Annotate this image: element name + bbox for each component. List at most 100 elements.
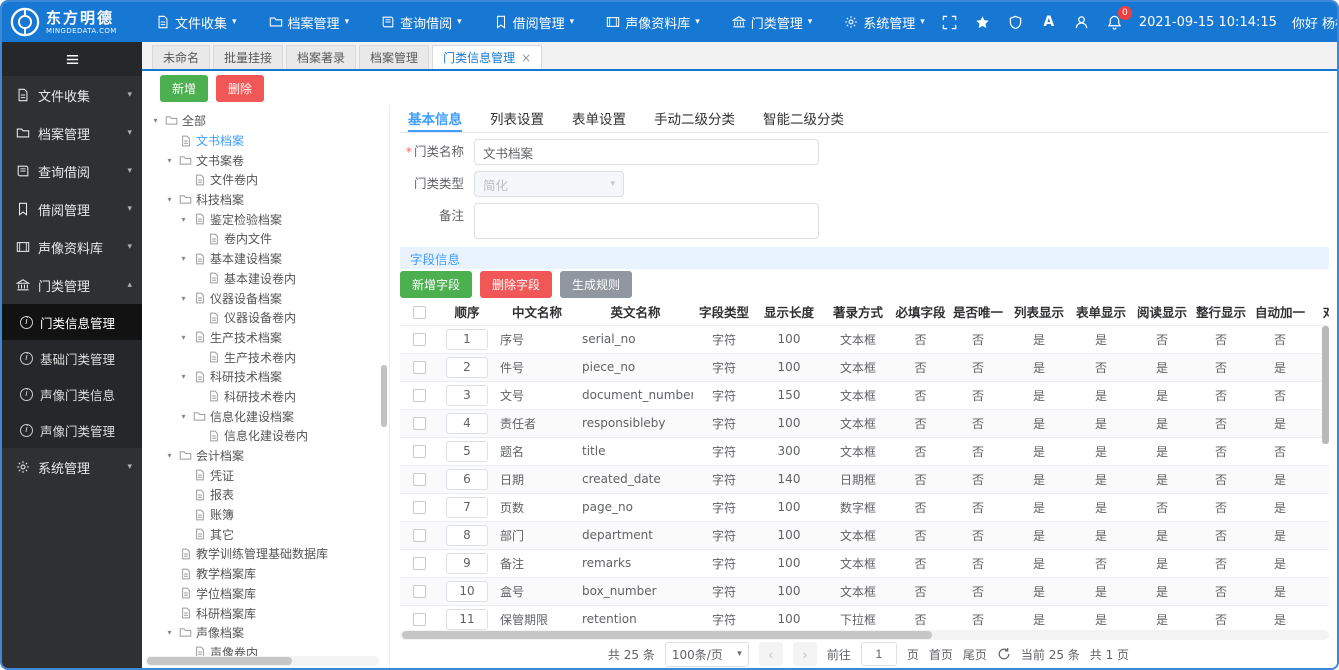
tree-node[interactable]: 卷内文件 — [150, 229, 379, 249]
prev-page-button[interactable]: ‹ — [758, 642, 783, 666]
table-row[interactable]: 10 盒号 box_number 字符 100 文本框否否是是是否是 — [400, 577, 1329, 606]
delete-button[interactable]: 删除 — [216, 74, 265, 102]
brand[interactable]: 东方明德 MINGDEDATA.COM — [10, 7, 140, 37]
tree-node[interactable]: ▾ 全部 — [150, 111, 379, 131]
tab-0[interactable]: 未命名 — [152, 45, 211, 69]
order-input[interactable]: 1 — [446, 328, 488, 350]
scrollbar-thumb[interactable] — [1322, 326, 1329, 444]
row-checkbox[interactable] — [412, 529, 426, 542]
chevron-down-icon[interactable]: ▾ — [178, 215, 189, 224]
delete-field-button[interactable]: 删除字段 — [480, 270, 553, 298]
sidebar-subitem[interactable]: i 声像门类管理 — [2, 412, 142, 448]
table-horizontal-scrollbar[interactable] — [400, 630, 1329, 640]
detail-tab-1[interactable]: 列表设置 — [490, 105, 544, 132]
order-input[interactable]: 4 — [446, 412, 488, 434]
tab-4[interactable]: 门类信息管理 × — [432, 45, 543, 69]
scrollbar-thumb[interactable] — [381, 365, 387, 428]
chevron-down-icon[interactable]: ▾ — [164, 156, 175, 165]
order-input[interactable]: 6 — [446, 468, 488, 490]
top-menu-2[interactable]: 查询借阅 ▾ — [365, 2, 478, 42]
sidebar-subitem[interactable]: i 门类信息管理 — [2, 304, 142, 340]
tree-node[interactable]: ▾ 会计档案 — [150, 446, 379, 466]
sidebar-subitem[interactable]: i 声像门类信息 — [2, 376, 142, 412]
tree-node[interactable]: 文书档案 — [150, 131, 379, 151]
scrollbar-thumb[interactable] — [402, 631, 932, 639]
sidebar-item-0[interactable]: 文件收集 ▾ — [2, 76, 142, 114]
order-input[interactable]: 5 — [446, 440, 488, 462]
table-row[interactable]: 9 备注 remarks 字符 100 文本框否否是否是否是 — [400, 549, 1329, 578]
category-name-input[interactable] — [474, 139, 819, 165]
table-row[interactable]: 7 页数 page_no 字符 100 数字框否否是是否否是 — [400, 493, 1329, 522]
detail-tab-2[interactable]: 表单设置 — [572, 105, 626, 132]
sidebar-item-4[interactable]: 声像资料库 ▾ — [2, 228, 142, 266]
row-checkbox[interactable] — [412, 417, 426, 430]
chevron-down-icon[interactable]: ▾ — [164, 451, 175, 460]
sidebar-item-5[interactable]: 门类管理 ▴ — [2, 266, 142, 304]
refresh-icon[interactable] — [997, 647, 1011, 661]
tree-node[interactable]: 教学训练管理基础数据库 — [150, 544, 379, 564]
row-checkbox[interactable] — [412, 333, 426, 346]
first-page-link[interactable]: 首页 — [929, 646, 953, 663]
tree-node[interactable]: 科研档案库 — [150, 603, 379, 623]
star-icon[interactable] — [974, 13, 992, 31]
table-row[interactable]: 11 保管期限 retention 字符 100 下拉框否否是是是否是 — [400, 605, 1329, 630]
chevron-down-icon[interactable]: ▾ — [164, 195, 175, 204]
tree-node[interactable]: ▾ 仪器设备档案 — [150, 288, 379, 308]
table-row[interactable]: 8 部门 department 字符 100 文本框否否是是是否是 — [400, 521, 1329, 550]
sidebar-item-3[interactable]: 借阅管理 ▾ — [2, 190, 142, 228]
chevron-down-icon[interactable]: ▾ — [178, 412, 189, 421]
order-input[interactable]: 3 — [446, 384, 488, 406]
chevron-down-icon[interactable]: ▾ — [178, 294, 189, 303]
page-size-select[interactable]: 100条/页 ▾ — [664, 641, 749, 667]
chevron-down-icon[interactable]: ▾ — [150, 116, 161, 125]
bell-icon[interactable]: 0 — [1106, 6, 1132, 31]
row-checkbox[interactable] — [412, 613, 426, 626]
top-menu-1[interactable]: 档案管理 ▾ — [253, 2, 366, 42]
tree-node[interactable]: ▾ 信息化建设档案 — [150, 406, 379, 426]
order-input[interactable]: 7 — [446, 496, 488, 518]
sidebar-item-2[interactable]: 查询借阅 ▾ — [2, 152, 142, 190]
add-button[interactable]: 新增 — [160, 74, 209, 102]
table-row[interactable]: 2 件号 piece_no 字符 100 文本框否否是否是否是 — [400, 353, 1329, 382]
font-size-icon[interactable]: A — [1040, 13, 1058, 31]
chevron-down-icon[interactable]: ▾ — [164, 628, 175, 637]
table-row[interactable]: 3 文号 document_number 字符 150 文本框否否是是是否否 — [400, 381, 1329, 410]
table-vertical-scrollbar[interactable] — [1321, 326, 1329, 628]
detail-tab-3[interactable]: 手动二级分类 — [654, 105, 735, 132]
top-menu-5[interactable]: 门类管理 ▾ — [716, 2, 829, 42]
row-checkbox[interactable] — [412, 585, 426, 598]
tree-node[interactable]: 账簿 — [150, 505, 379, 525]
tree-node[interactable]: 凭证 — [150, 465, 379, 485]
top-menu-3[interactable]: 借阅管理 ▾ — [478, 2, 591, 42]
shield-icon[interactable] — [1007, 13, 1025, 31]
add-field-button[interactable]: 新增字段 — [400, 270, 473, 298]
top-menu-6[interactable]: 系统管理 ▾ — [828, 2, 941, 42]
scrollbar-thumb[interactable] — [147, 657, 293, 665]
top-menu-0[interactable]: 文件收集 ▾ — [140, 2, 253, 42]
select-all-checkbox[interactable] — [412, 306, 426, 320]
tree-node[interactable]: 其它 — [150, 524, 379, 544]
sidebar-toggle[interactable] — [2, 42, 142, 76]
tree-node[interactable]: 生产技术卷内 — [150, 347, 379, 367]
table-row[interactable]: 6 日期 created_date 字符 140 日期框否否是是是否是 — [400, 465, 1329, 494]
tree-node[interactable]: ▾ 科研技术档案 — [150, 367, 379, 387]
tree-horizontal-scrollbar[interactable] — [145, 656, 379, 666]
row-checkbox[interactable] — [412, 445, 426, 458]
tree-node[interactable]: 学位档案库 — [150, 584, 379, 604]
row-checkbox[interactable] — [412, 389, 426, 402]
table-row[interactable]: 5 题名 title 字符 300 文本框否否是是是否否 — [400, 437, 1329, 466]
order-input[interactable]: 11 — [446, 608, 488, 630]
tree-node[interactable]: ▾ 科技档案 — [150, 190, 379, 210]
order-input[interactable]: 9 — [446, 552, 488, 574]
tree-node[interactable]: 基本建设卷内 — [150, 269, 379, 289]
tab-2[interactable]: 档案著录 — [286, 45, 357, 69]
tree-node[interactable]: ▾ 声像档案 — [150, 623, 379, 643]
table-row[interactable]: 1 序号 serial_no 字符 100 文本框否否是是否否否 — [400, 325, 1329, 354]
category-type-select[interactable]: 简化 ▾ — [474, 171, 624, 197]
chevron-down-icon[interactable]: ▾ — [178, 372, 189, 381]
fullscreen-icon[interactable] — [941, 13, 959, 31]
order-input[interactable]: 8 — [446, 524, 488, 546]
top-menu-4[interactable]: 声像资料库 ▾ — [590, 2, 716, 42]
user-icon[interactable] — [1073, 13, 1091, 31]
chevron-down-icon[interactable]: ▾ — [178, 333, 189, 342]
